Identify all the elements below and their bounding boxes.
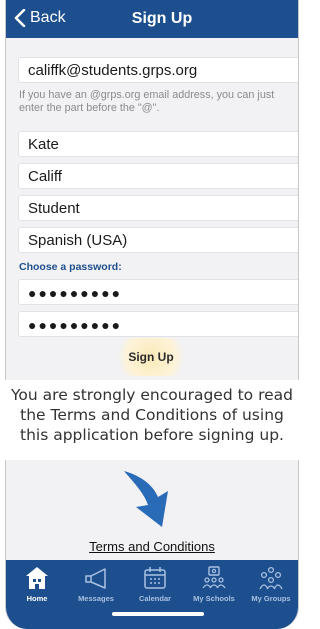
tab-my-schools-label: My Schools [193, 594, 235, 603]
tab-my-groups-label: My Groups [251, 594, 291, 603]
tab-messages[interactable]: Messages [67, 565, 125, 603]
terms-notice: You are strongly encouraged to read the … [0, 380, 304, 460]
notice-line-3: this application before signing up. [20, 426, 284, 444]
tab-calendar-label: Calendar [138, 594, 172, 603]
tab-home-label: Home [26, 594, 48, 603]
school-group-icon [202, 566, 226, 589]
language-field[interactable]: Spanish (USA) [18, 227, 298, 253]
first-name-field[interactable]: Kate [18, 131, 298, 157]
notice-line-1: You are strongly encouraged to read [11, 386, 293, 404]
email-hint: If you have an @grps.org email address, … [19, 89, 275, 114]
terms-and-conditions-link[interactable]: Terms and Conditions [6, 539, 298, 554]
tab-home[interactable]: Home [8, 565, 66, 603]
password-field[interactable]: ●●●●●●●●● [18, 279, 298, 305]
email-field[interactable]: califfk@students.grps.org [18, 57, 298, 83]
confirm-password-field[interactable]: ●●●●●●●●● [18, 311, 298, 337]
notice-line-2: the Terms and Conditions of using [20, 406, 284, 424]
role-field[interactable]: Student [18, 195, 298, 221]
curved-arrow-icon [124, 471, 168, 527]
tab-my-schools[interactable]: My Schools [185, 565, 243, 603]
sign-up-button[interactable]: Sign Up [111, 338, 191, 376]
tab-bar: Home Messages Calendar My Schools My Gro… [6, 560, 298, 629]
megaphone-icon [85, 568, 106, 589]
last-name-field[interactable]: Califf [18, 163, 298, 189]
tab-calendar[interactable]: Calendar [126, 565, 184, 603]
tab-messages-label: Messages [78, 594, 114, 603]
password-label: Choose a password: [19, 261, 122, 273]
phone-frame: Back Sign Up califfk@students.grps.org I… [5, 0, 299, 629]
home-indicator [112, 612, 204, 616]
page-title: Sign Up [131, 10, 193, 27]
groups-icon [259, 566, 283, 590]
home-icon [26, 567, 48, 589]
calendar-icon [144, 567, 166, 589]
navigation-bar: Back Sign Up [6, 0, 298, 38]
tab-my-groups[interactable]: My Groups [242, 565, 298, 603]
